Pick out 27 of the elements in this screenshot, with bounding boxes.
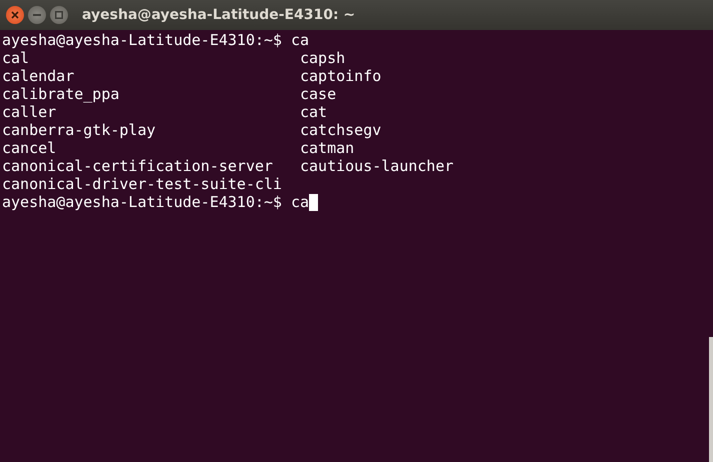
completion-text: capsh [300,49,346,67]
close-icon [11,11,19,19]
command-text: ca [290,31,310,49]
completion-text: canberra-gtk-play [2,121,157,139]
completion-text: case [300,85,338,103]
completion-text: cautious-launcher [300,157,455,175]
maximize-button[interactable] [50,6,68,24]
minimize-button[interactable] [28,6,46,24]
completion-text: calendar [2,67,76,85]
completion-text: cat [300,103,328,121]
close-button[interactable] [6,6,24,24]
completion-text: cal [2,49,30,67]
window-title: ayesha@ayesha-Latitude-E4310: ~ [82,7,356,23]
completion-text: caller [2,103,58,121]
prompt-text: ayesha@ayesha-Latitude-E4310:~$ [2,31,282,49]
prompt-text: ayesha@ayesha-Latitude-E4310:~$ [2,193,282,211]
maximize-icon [55,11,63,19]
scrollbar-thumb[interactable] [709,337,713,462]
completion-text: canonical-driver-test-suite-cli [2,175,283,193]
completion-text: catman [300,139,356,157]
completion-text: cancel [2,139,58,157]
completion-text: captoinfo [300,67,382,85]
completion-text: catchsegv [300,121,382,139]
completion-text: canonical-certification-server [2,157,274,175]
minimize-icon [33,14,41,16]
completion-text: calibrate_ppa [2,85,120,103]
command-text: ca [290,193,310,211]
